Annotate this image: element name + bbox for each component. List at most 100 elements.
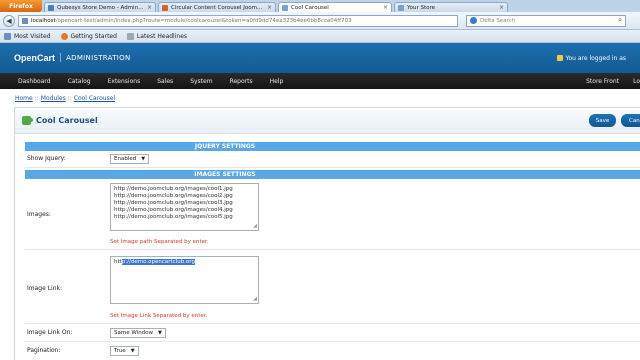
- bookmarks-bar: Most Visited Getting Started Latest Head…: [0, 30, 640, 43]
- tab-circular-content[interactable]: Circular Content Corousel Joomla M... ×: [158, 2, 276, 12]
- image-path-line: http://demo.joomclub.org/images/cool4.jp…: [114, 207, 233, 213]
- user-status-text: You are logged in as: [565, 54, 626, 62]
- images-hint: Set Image path Separated by enter.: [110, 239, 209, 245]
- bookmark-label: Latest Headlines: [136, 32, 188, 40]
- image-link-hint: Set Image Link Separated by enter.: [110, 313, 208, 319]
- close-icon[interactable]: ×: [147, 4, 152, 11]
- tab-cool-carousel[interactable]: Cool Carousel ×: [278, 2, 392, 12]
- image-path-line: http://demo.joomclub.org/images/cool3.jp…: [114, 200, 233, 206]
- show-jquery-value: Enabled: [114, 156, 137, 162]
- image-link-on-label: Image Link On:: [27, 329, 73, 336]
- breadcrumb-separator: ::: [34, 95, 39, 102]
- menu-catalog[interactable]: Catalog: [68, 78, 91, 85]
- resize-handle-icon[interactable]: ◢: [253, 296, 257, 303]
- pagination-label: Pagination:: [27, 347, 61, 354]
- bookmark-label: Most Visited: [14, 32, 51, 40]
- row-divider: [25, 323, 640, 324]
- breadcrumb: Home:: Modules:: Cool Carousel: [15, 95, 115, 102]
- bookmark-most-visited[interactable]: Most Visited: [4, 32, 51, 40]
- cancel-button[interactable]: Canc: [621, 114, 640, 127]
- firefox-icon: [60, 32, 68, 40]
- favicon-icon: [282, 4, 288, 11]
- header-separator: |: [59, 53, 63, 63]
- tab-qubesys[interactable]: Qubesys Store Demo - Administratio... ×: [44, 2, 156, 12]
- menu-system[interactable]: System: [190, 78, 212, 85]
- favicon-icon: [48, 4, 54, 11]
- chevron-down-icon: ▼: [130, 348, 135, 354]
- url-bar[interactable]: localhost/opencart-test/admin/index.php?…: [18, 14, 458, 27]
- breadcrumb-separator: ::: [67, 95, 72, 102]
- lock-icon: [556, 55, 563, 61]
- url-host: localhost: [31, 17, 56, 24]
- tab-your-store[interactable]: Your Store ×: [394, 2, 508, 12]
- search-engine-icon: [470, 17, 477, 24]
- show-jquery-label: Show Jquery:: [27, 155, 66, 162]
- rss-icon: [126, 32, 134, 40]
- back-icon[interactable]: ◀: [3, 14, 15, 27]
- show-jquery-select[interactable]: Enabled ▼: [110, 154, 150, 164]
- opencart-logo[interactable]: OpenCart: [14, 53, 55, 63]
- page-title: Cool Carousel: [36, 116, 98, 125]
- page-icon: [22, 17, 28, 24]
- image-link-on-select[interactable]: Same Window ▼: [110, 328, 166, 338]
- search-placeholder: Delta Search: [480, 17, 516, 24]
- images-label: Images:: [27, 211, 51, 218]
- browser-tab-bar: Firefox Qubesys Store Demo - Administrat…: [0, 0, 640, 12]
- close-icon[interactable]: ×: [383, 4, 388, 11]
- image-path-line: http://demo.joomclub.org/images/cool5.jp…: [114, 214, 233, 220]
- images-textarea[interactable]: http://demo.joomclub.org/images/cool1.jp…: [110, 183, 259, 231]
- breadcrumb-modules[interactable]: Modules: [41, 95, 66, 102]
- menu-logout[interactable]: Lo: [633, 78, 640, 85]
- image-link-on-value: Same Window: [114, 330, 154, 336]
- breadcrumb-home[interactable]: Home: [15, 95, 33, 102]
- search-icon[interactable]: ⌕: [618, 16, 622, 25]
- close-icon[interactable]: ×: [267, 4, 272, 11]
- tab-label: Your Store: [407, 4, 436, 11]
- tab-label: Circular Content Corousel Joomla M...: [171, 4, 264, 11]
- url-path: /opencart-test/admin/index.php?route=mod…: [55, 17, 352, 24]
- admin-header: OpenCart | ADMINISTRATION You are logged…: [0, 43, 640, 73]
- bookmark-getting-started[interactable]: Getting Started: [60, 32, 117, 40]
- user-status: You are logged in as: [556, 54, 626, 62]
- image-path-line: http://demo.joomclub.org/images/cool1.jp…: [114, 186, 233, 192]
- image-path-line: http://demo.joomclub.org/images/cool2.jp…: [114, 193, 233, 199]
- image-link-label: Image Link:: [27, 285, 63, 292]
- chevron-down-icon: ▼: [141, 156, 146, 162]
- bookmark-label: Getting Started: [70, 32, 117, 40]
- bookmark-icon: [4, 32, 11, 40]
- jquery-settings-header: JQUERY SETTINGS: [25, 142, 640, 151]
- pagination-value: True: [114, 348, 126, 354]
- menu-store-front[interactable]: Store Front: [586, 78, 619, 85]
- tab-label: Qubesys Store Demo - Administratio...: [57, 4, 144, 11]
- search-input[interactable]: Delta Search ⌕: [466, 14, 626, 27]
- row-divider: [25, 249, 640, 250]
- admin-menu: Dashboard Catalog Extensions Sales Syste…: [0, 73, 640, 89]
- menu-help[interactable]: Help: [270, 78, 284, 85]
- box-heading: Cool Carousel: [15, 108, 640, 134]
- save-button[interactable]: Save: [589, 114, 616, 127]
- pagination-select[interactable]: True ▼: [110, 346, 139, 356]
- menu-dashboard[interactable]: Dashboard: [18, 78, 51, 85]
- image-link-textarea[interactable]: http://demo.opencartclub.org ◢: [110, 256, 259, 304]
- module-icon: [22, 116, 33, 125]
- tab-label: Cool Carousel: [291, 4, 329, 11]
- favicon-icon: [398, 4, 404, 11]
- breadcrumb-cool-carousel[interactable]: Cool Carousel: [74, 95, 115, 102]
- chevron-down-icon: ▼: [158, 330, 162, 336]
- image-link-selected-text: p://demo.opencartclub.org: [121, 259, 195, 265]
- menu-reports[interactable]: Reports: [230, 78, 253, 85]
- row-divider: [25, 167, 640, 168]
- browser-nav-bar: ◀ localhost/opencart-test/admin/index.ph…: [0, 12, 640, 30]
- firefox-menu-button[interactable]: Firefox: [0, 0, 42, 12]
- module-box: Cool Carousel Save Canc JQUERY SETTINGS …: [14, 107, 640, 360]
- images-settings-header: IMAGES SETTINGS: [25, 170, 640, 179]
- menu-extensions[interactable]: Extensions: [108, 78, 141, 85]
- bookmark-latest-headlines[interactable]: Latest Headlines: [126, 32, 188, 40]
- menu-sales[interactable]: Sales: [157, 78, 173, 85]
- image-link-text: htt: [114, 259, 122, 265]
- admin-label: ADMINISTRATION: [66, 54, 131, 62]
- resize-handle-icon[interactable]: ◢: [253, 223, 257, 230]
- close-icon[interactable]: ×: [499, 4, 504, 11]
- row-divider: [25, 341, 640, 342]
- menu-right: Store Front Lo: [572, 78, 640, 85]
